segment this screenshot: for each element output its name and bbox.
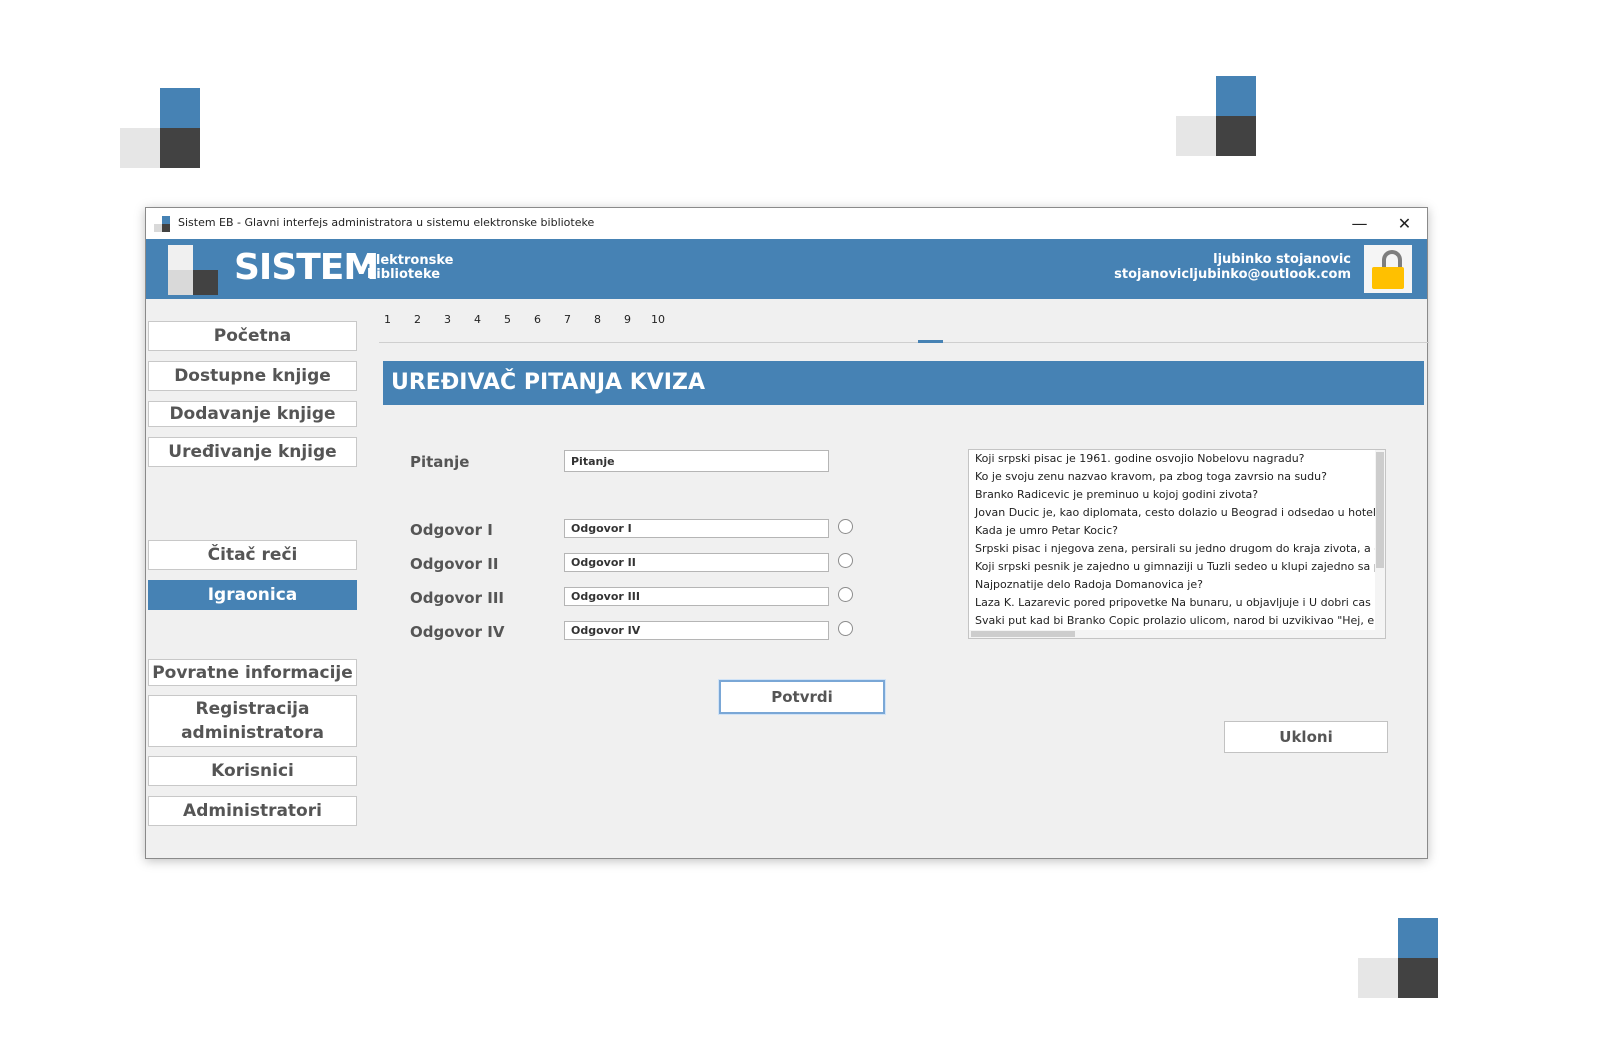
answer-1-radio[interactable] [838,519,853,534]
brand-subtitle-line1: Elektronske [367,253,454,268]
title-bar: Sistem EB - Glavni interfejs administrat… [146,208,1427,239]
question-label: Pitanje [410,453,470,471]
tab-9[interactable]: 9 [624,313,631,326]
remove-button[interactable]: Ukloni [1224,721,1388,753]
list-item[interactable]: Najpoznatije delo Radoja Domanovica je? [969,576,1385,594]
app-header: SISTEM Elektronske biblioteke ljubinko s… [146,239,1427,299]
list-item[interactable]: Laza K. Lazarevic pored pripovetke Na bu… [969,594,1385,612]
user-email: stojanovicljubinko@outlook.com [1114,267,1351,282]
answer-3-label: Odgovor III [410,589,504,607]
answer-2-label: Odgovor II [410,555,499,573]
horizontal-scrollbar[interactable] [969,630,1385,638]
sidebar-item-citac-reci[interactable]: Čitač reči [148,540,357,570]
tab-4[interactable]: 4 [474,313,481,326]
answer-4-radio[interactable] [838,621,853,636]
sidebar-item-igraonica[interactable]: Igraonica [148,580,357,610]
answer-3-input[interactable] [564,587,829,606]
list-item[interactable]: Kada je umro Petar Kocic? [969,522,1385,540]
answer-2-radio[interactable] [838,553,853,568]
sidebar-item-dodavanje-knjige[interactable]: Dodavanje knjige [148,401,357,427]
app-icon [154,216,170,232]
sidebar-item-povratne-informacije[interactable]: Povratne informacije [148,659,357,686]
list-item[interactable]: Koji srpski pesnik je zajedno u gimnazij… [969,558,1385,576]
question-input[interactable] [564,450,829,472]
vertical-scrollbar[interactable] [1375,450,1385,638]
list-item[interactable]: Svaki put kad bi Branko Copic prolazio u… [969,612,1385,630]
question-tabs: 1 2 3 4 5 6 7 8 9 10 [379,313,1429,343]
brand-logo-icon [168,245,218,295]
decorative-logo-bottom-right [1358,918,1438,998]
minimize-button[interactable]: — [1337,208,1382,239]
answer-2-input[interactable] [564,553,829,572]
list-item[interactable]: Ko je svoju zenu nazvao kravom, pa zbog … [969,468,1385,486]
list-item[interactable]: Branko Radicevic je preminuo u kojoj god… [969,486,1385,504]
list-item[interactable]: Koji srpski pisac je 1961. godine osvoji… [969,450,1385,468]
unlocked-padlock-icon[interactable] [1364,245,1412,293]
tab-7[interactable]: 7 [564,313,571,326]
tab-6[interactable]: 6 [534,313,541,326]
tab-selected-indicator[interactable] [918,340,943,343]
list-item[interactable]: Srpski pisac i njegova zena, persirali s… [969,540,1385,558]
brand-subtitle: Elektronske biblioteke [367,254,453,282]
sidebar-item-administratori[interactable]: Administratori [148,796,357,826]
answer-1-label: Odgovor I [410,521,493,539]
question-list[interactable]: Koji srpski pisac je 1961. godine osvoji… [968,449,1386,639]
window-title: Sistem EB - Glavni interfejs administrat… [178,216,595,229]
confirm-button[interactable]: Potvrdi [719,680,885,714]
close-button[interactable]: ✕ [1382,208,1427,239]
sidebar-item-pocetna[interactable]: Početna [148,321,357,351]
decorative-logo-top-right [1176,76,1256,156]
tab-8[interactable]: 8 [594,313,601,326]
list-item[interactable]: Jovan Ducic je, kao diplomata, cesto dol… [969,504,1385,522]
user-info: ljubinko stojanovic stojanovicljubinko@o… [1114,252,1351,282]
answer-1-input[interactable] [564,519,829,538]
answer-4-label: Odgovor IV [410,623,505,641]
answer-4-input[interactable] [564,621,829,640]
tab-10[interactable]: 10 [651,313,665,326]
answer-3-radio[interactable] [838,587,853,602]
sidebar-item-registracija-administratora[interactable]: Registracija administratora [148,695,357,747]
brand-subtitle-line2: biblioteke [367,267,441,282]
tab-2[interactable]: 2 [414,313,421,326]
user-name: ljubinko stojanovic [1213,252,1351,267]
sidebar-item-dostupne-knjige[interactable]: Dostupne knjige [148,361,357,391]
sidebar-item-uredjivanje-knjige[interactable]: Uređivanje knjige [148,437,357,467]
brand-name: SISTEM [234,247,379,288]
decorative-logo-top-left [120,88,200,168]
tab-1[interactable]: 1 [384,313,391,326]
app-window: Sistem EB - Glavni interfejs administrat… [145,207,1429,859]
editor-title: UREĐIVAČ PITANJA KVIZA [383,361,1424,405]
tab-5[interactable]: 5 [504,313,511,326]
tab-3[interactable]: 3 [444,313,451,326]
sidebar-item-korisnici[interactable]: Korisnici [148,756,357,786]
